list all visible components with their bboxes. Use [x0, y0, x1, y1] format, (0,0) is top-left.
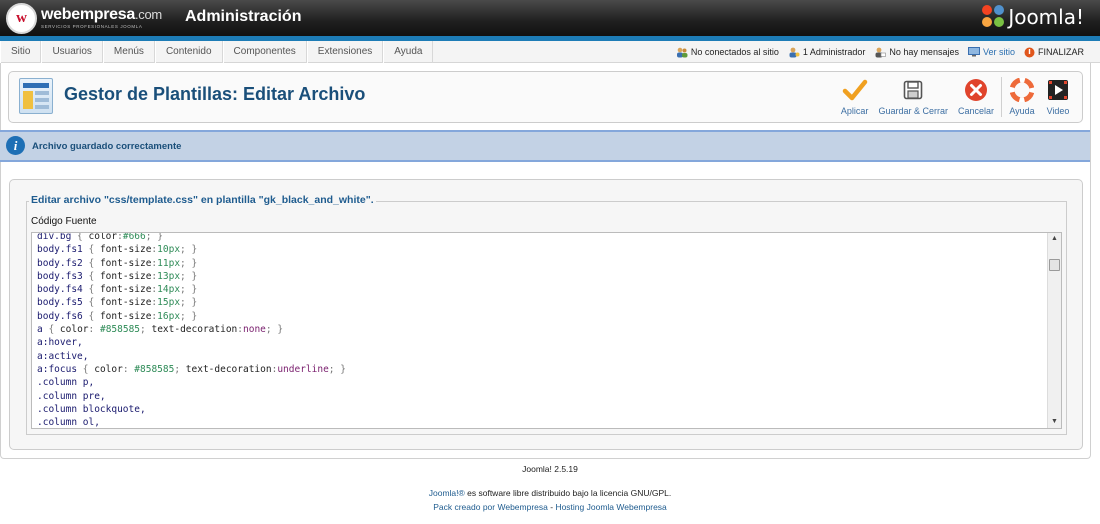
- source-code-label: Código Fuente: [31, 216, 97, 227]
- code-line[interactable]: body.fs1 { font-size:10px; }: [37, 243, 346, 256]
- license-text: es software libre distribuido bajo la li…: [464, 488, 672, 498]
- scroll-down-arrow-icon[interactable]: ▼: [1048, 416, 1061, 428]
- cancel-label: Cancelar: [957, 106, 994, 116]
- menu-item-componentes[interactable]: Componentes: [222, 41, 307, 63]
- joomla-logo-icon: [982, 5, 1006, 29]
- video-play-icon: [1045, 77, 1071, 103]
- page-title: Gestor de Plantillas: Editar Archivo: [64, 84, 366, 104]
- code-line[interactable]: .column blockquote,: [37, 403, 346, 416]
- logout-text[interactable]: FINALIZAR: [1038, 47, 1084, 57]
- menu-item-sitio[interactable]: Sitio: [0, 41, 42, 63]
- code-line[interactable]: body.fs3 { font-size:13px; }: [37, 270, 346, 283]
- toolbar-separator: [1001, 77, 1002, 117]
- power-icon: [1024, 47, 1035, 57]
- not-connected-text: No conectados al sitio: [690, 47, 779, 57]
- admin-user-icon: [789, 47, 800, 57]
- joomla-license-link[interactable]: Joomla!®: [429, 488, 465, 498]
- scroll-thumb[interactable]: [1049, 259, 1060, 271]
- webempresa-link[interactable]: Webempresa: [497, 502, 547, 512]
- toolbar-buttons: Aplicar Guardar & Cerrar Cancelar Ayuda: [836, 77, 1076, 119]
- top-header: w webempresa.com SERVICIOS PROFESIONALES…: [0, 0, 1100, 36]
- code-line[interactable]: a:focus { color: #858585; text-decoratio…: [37, 363, 346, 376]
- help-label: Ayuda: [1009, 106, 1035, 116]
- edit-file-legend: Editar archivo "css/template.css" en pla…: [29, 194, 376, 206]
- code-line[interactable]: a:active,: [37, 350, 346, 363]
- status-admins: 1 Administrador: [788, 47, 866, 58]
- code-line[interactable]: a { color: #858585; text-decoration:none…: [37, 323, 346, 336]
- menu-item-menus[interactable]: Menús: [102, 41, 155, 63]
- footer-credits: Pack creado por Webempresa - Hosting Joo…: [0, 502, 1100, 512]
- floppy-disk-icon: [900, 77, 926, 103]
- view-site-link[interactable]: Ver sitio: [967, 47, 1015, 57]
- code-line[interactable]: .column p,: [37, 376, 346, 389]
- edit-file-fieldset: Editar archivo "css/template.css" en pla…: [26, 194, 1067, 435]
- logout-link[interactable]: FINALIZAR: [1024, 47, 1084, 58]
- save-close-label: Guardar & Cerrar: [878, 106, 948, 116]
- view-site-text[interactable]: Ver sitio: [983, 47, 1015, 57]
- users-icon: [676, 47, 688, 57]
- messages-icon: [875, 47, 887, 57]
- code-line[interactable]: body.fs4 { font-size:14px; }: [37, 283, 346, 296]
- menu-item-usuarios[interactable]: Usuarios: [41, 41, 103, 63]
- save-close-button[interactable]: Guardar & Cerrar: [873, 77, 953, 119]
- code-line[interactable]: .column ol,: [37, 416, 346, 428]
- footer-version: Joomla! 2.5.19: [522, 464, 578, 474]
- admins-text: 1 Administrador: [802, 47, 866, 57]
- apply-label: Aplicar: [840, 106, 869, 116]
- webempresa-logo[interactable]: w webempresa.com SERVICIOS PROFESIONALES…: [6, 2, 162, 34]
- help-button[interactable]: Ayuda: [1004, 77, 1040, 119]
- logo-tagline: SERVICIOS PROFESIONALES JOOMLA: [41, 23, 143, 29]
- menu-bar: Sitio Usuarios Menús Contenido Component…: [0, 41, 1100, 63]
- footer-license: Joomla!® es software libre distribuido b…: [0, 488, 1100, 498]
- logo-domain: .com: [134, 6, 162, 22]
- checkmark-icon: [842, 77, 868, 103]
- code-line[interactable]: .column pre,: [37, 390, 346, 403]
- menu-item-extensiones[interactable]: Extensiones: [306, 41, 384, 63]
- info-icon: i: [6, 136, 25, 155]
- code-line[interactable]: body.fs2 { font-size:11px; }: [37, 257, 346, 270]
- toolbar: Gestor de Plantillas: Editar Archivo Apl…: [8, 71, 1083, 123]
- code-scrollbar[interactable]: ▲ ▼: [1047, 233, 1061, 428]
- joomla-logo-text: Joomla!: [1008, 5, 1084, 29]
- status-bar: No conectados al sitio 1 Administrador N…: [667, 41, 1084, 63]
- status-not-connected: No conectados al sitio: [676, 47, 779, 58]
- main-menu: Sitio Usuarios Menús Contenido Component…: [0, 41, 434, 63]
- webempresa-logo-icon: w: [6, 2, 37, 34]
- monitor-icon: [967, 47, 980, 57]
- code-line[interactable]: a:hover,: [37, 336, 346, 349]
- logo-name: webempresa: [41, 5, 135, 23]
- scroll-up-arrow-icon[interactable]: ▲: [1048, 233, 1061, 245]
- code-line[interactable]: body.fs5 { font-size:15px; }: [37, 296, 346, 309]
- message-text: Archivo guardado correctamente: [32, 141, 182, 152]
- menu-item-ayuda[interactable]: Ayuda: [383, 41, 434, 63]
- video-label: Video: [1046, 106, 1070, 116]
- code-line[interactable]: body.fs6 { font-size:16px; }: [37, 310, 346, 323]
- messages-text: No hay mensajes: [889, 47, 959, 57]
- admin-title: Administración: [185, 8, 302, 25]
- editor-panel: Editar archivo "css/template.css" en pla…: [9, 179, 1083, 450]
- joomla-logo: Joomla!: [982, 5, 1084, 29]
- system-message: i Archivo guardado correctamente: [0, 130, 1090, 162]
- status-messages: No hay mensajes: [874, 47, 959, 58]
- template-manager-icon: [19, 78, 53, 114]
- code-line[interactable]: div.bg { color:#666; }: [37, 233, 346, 243]
- hosting-link[interactable]: Hosting Joomla Webempresa: [555, 502, 666, 512]
- code-lines[interactable]: div.bg { color:#666; } body.fs1 { font-si…: [37, 233, 346, 428]
- cancel-button[interactable]: Cancelar: [953, 77, 999, 119]
- credits-prefix-link[interactable]: Pack creado por: [433, 502, 497, 512]
- apply-button[interactable]: Aplicar: [836, 77, 874, 119]
- code-editor[interactable]: div.bg { color:#666; } body.fs1 { font-si…: [31, 232, 1062, 429]
- video-button[interactable]: Video: [1040, 77, 1076, 119]
- menu-item-contenido[interactable]: Contenido: [154, 41, 223, 63]
- lifebuoy-icon: [1009, 77, 1035, 103]
- cancel-x-icon: [963, 77, 989, 103]
